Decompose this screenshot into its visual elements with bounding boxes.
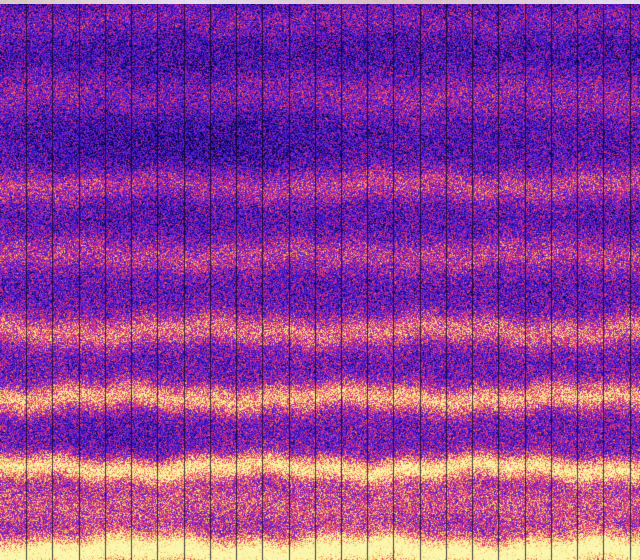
spectrogram-image xyxy=(0,0,640,560)
top-strip xyxy=(0,0,640,4)
spectrogram-canvas xyxy=(0,0,640,560)
